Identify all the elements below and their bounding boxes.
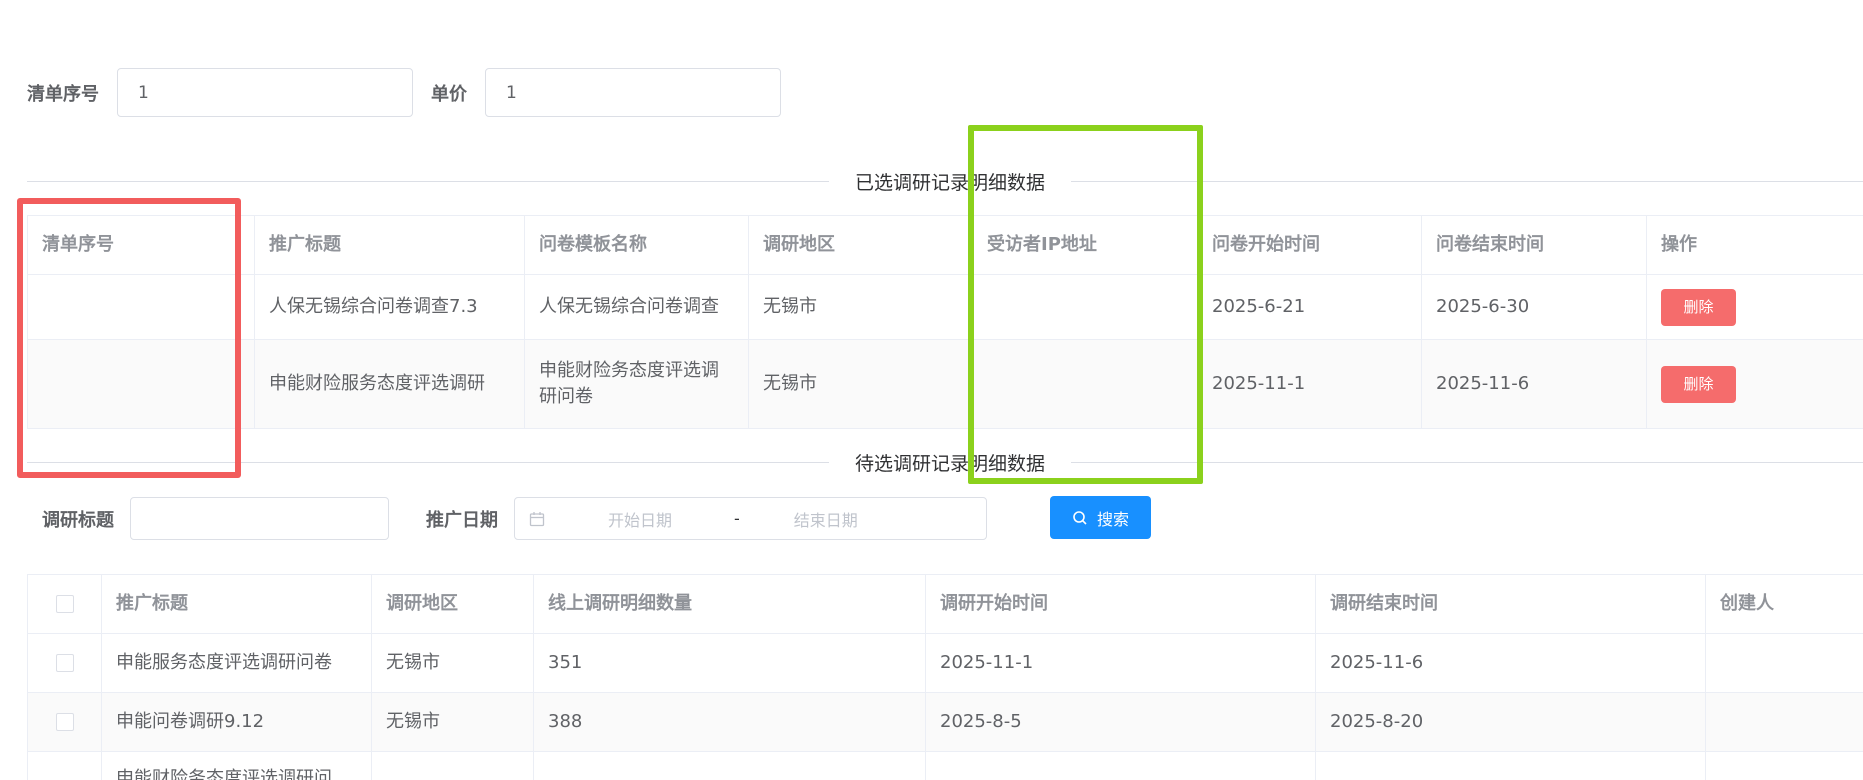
order-column-highlight [17, 198, 241, 478]
column-header: 推广标题 [254, 215, 525, 275]
count-cell [533, 751, 926, 780]
start-time-cell: 2025-6-21 [1197, 274, 1422, 340]
region-cell: 无锡市 [371, 692, 534, 752]
survey-title-label: 调研标题 [42, 509, 114, 531]
template-cell: 人保无锡综合问卷调查 [524, 274, 749, 340]
table-header-row: 清单序号 推广标题 问卷模板名称 调研地区 受访者IP地址 问卷开始时间 问卷结… [27, 215, 1863, 275]
creator-cell [1705, 633, 1863, 693]
column-header: 创建人 [1705, 574, 1863, 634]
survey-title-input[interactable] [130, 497, 389, 540]
column-header: 线上调研明细数量 [533, 574, 926, 634]
region-cell: 无锡市 [371, 633, 534, 693]
region-cell: 无锡市 [748, 274, 973, 340]
select-all-checkbox[interactable] [55, 595, 74, 613]
region-cell: 无锡市 [748, 339, 973, 429]
select-cell [27, 633, 102, 693]
end-date-input[interactable]: 结束日期 [794, 507, 914, 531]
start-time-cell [925, 751, 1316, 780]
action-cell: 删除 [1646, 339, 1863, 429]
column-header: 问卷结束时间 [1421, 215, 1647, 275]
search-icon [1072, 510, 1088, 526]
select-cell [27, 692, 102, 752]
select-all-cell [27, 574, 102, 634]
start-time-cell: 2025-8-5 [925, 692, 1316, 752]
column-header: 调研地区 [371, 574, 534, 634]
table-row: 申能财险服务态度评选调研 申能财险务态度评选调研问卷 无锡市 2025-11-1… [27, 339, 1863, 429]
calendar-icon [529, 511, 545, 527]
creator-cell [1705, 692, 1863, 752]
order-number-label: 清单序号 [27, 83, 99, 105]
search-button-label: 搜索 [1096, 509, 1129, 529]
order-number-input[interactable]: 1 [117, 68, 413, 117]
delete-button[interactable]: 删除 [1661, 288, 1736, 326]
start-date-input[interactable]: 开始日期 [608, 507, 728, 531]
select-cell [27, 751, 102, 780]
column-header: 调研结束时间 [1315, 574, 1706, 634]
selected-table: 清单序号 推广标题 问卷模板名称 调研地区 受访者IP地址 问卷开始时间 问卷结… [27, 215, 1863, 429]
end-time-cell: 2025-6-30 [1421, 274, 1647, 340]
row-checkbox[interactable] [55, 654, 74, 672]
creator-cell [1705, 751, 1863, 780]
date-separator: - [734, 509, 740, 528]
end-time-cell [1315, 751, 1706, 780]
title-cell: 申能财险务态度评选调研问 [101, 751, 372, 780]
title-cell: 申能服务态度评选调研问卷 [101, 633, 372, 693]
column-header: 调研地区 [748, 215, 973, 275]
column-header: 操作 [1646, 215, 1863, 275]
title-cell: 人保无锡综合问卷调查7.3 [254, 274, 525, 340]
search-form: 调研标题 推广日期 开始日期 - 结束日期 [42, 497, 987, 540]
count-cell: 388 [533, 692, 926, 752]
action-cell: 删除 [1646, 274, 1863, 340]
table-row: 人保无锡综合问卷调查7.3 人保无锡综合问卷调查 无锡市 2025-6-21 2… [27, 274, 1863, 340]
start-time-cell: 2025-11-1 [1197, 339, 1422, 429]
date-range-picker[interactable]: 开始日期 - 结束日期 [514, 497, 987, 540]
template-cell: 申能财险务态度评选调研问卷 [524, 339, 749, 429]
ip-column-highlight [968, 125, 1203, 484]
unit-price-input[interactable]: 1 [485, 68, 781, 117]
column-header: 推广标题 [101, 574, 372, 634]
title-cell: 申能财险服务态度评选调研 [254, 339, 525, 429]
pending-table: 推广标题 调研地区 线上调研明细数量 调研开始时间 调研结束时间 创建人 申能服… [27, 574, 1863, 780]
column-header: 问卷开始时间 [1197, 215, 1422, 275]
column-header: 问卷模板名称 [524, 215, 749, 275]
top-form: 清单序号 1 单价 1 [27, 68, 781, 117]
end-time-cell: 2025-11-6 [1421, 339, 1647, 429]
delete-button[interactable]: 删除 [1661, 365, 1736, 403]
title-cell: 申能问卷调研9.12 [101, 692, 372, 752]
promo-date-label: 推广日期 [426, 509, 498, 531]
start-time-cell: 2025-11-1 [925, 633, 1316, 693]
table-row[interactable]: 申能问卷调研9.12 无锡市 388 2025-8-5 2025-8-20 [27, 692, 1863, 752]
end-time-cell: 2025-8-20 [1315, 692, 1706, 752]
table-row[interactable]: 申能财险务态度评选调研问 [27, 751, 1863, 780]
column-header: 调研开始时间 [925, 574, 1316, 634]
count-cell: 351 [533, 633, 926, 693]
search-button[interactable]: 搜索 [1050, 496, 1151, 539]
row-checkbox[interactable] [55, 713, 74, 731]
region-cell [371, 751, 534, 780]
table-row[interactable]: 申能服务态度评选调研问卷 无锡市 351 2025-11-1 2025-11-6 [27, 633, 1863, 693]
unit-price-label: 单价 [431, 83, 467, 105]
end-time-cell: 2025-11-6 [1315, 633, 1706, 693]
table-header-row: 推广标题 调研地区 线上调研明细数量 调研开始时间 调研结束时间 创建人 [27, 574, 1863, 634]
